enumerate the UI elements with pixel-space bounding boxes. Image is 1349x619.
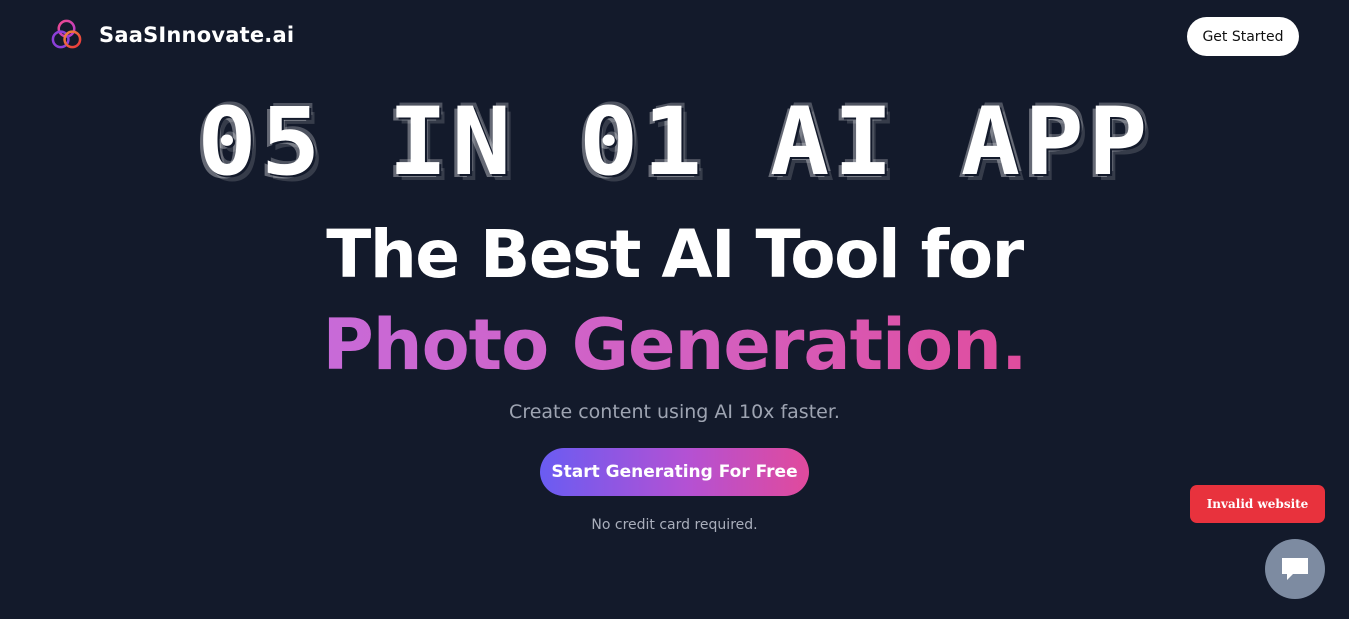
get-started-button[interactable]: Get Started	[1187, 17, 1299, 56]
start-generating-button[interactable]: Start Generating For Free	[540, 448, 809, 496]
chat-icon	[1282, 558, 1308, 580]
brand-name: SaaSInnovate.ai	[99, 22, 295, 47]
hero-subtitle: Create content using AI 10x faster.	[509, 401, 840, 423]
chat-launcher-button[interactable]	[1265, 539, 1325, 599]
brand-link[interactable]: SaaSInnovate.ai	[50, 18, 294, 51]
site-header: SaaSInnovate.ai Get Started	[0, 0, 1349, 80]
hero-title-line2-container: Photo Generation.	[0, 300, 1349, 390]
invalid-website-badge[interactable]: Invalid website	[1190, 485, 1325, 523]
hero-title-line2: Photo Generation.	[322, 304, 1027, 386]
grunge-headline: 05 IN 01 AI APP	[197, 87, 1152, 197]
hero-title-line1: The Best AI Tool for	[326, 216, 1024, 293]
no-credit-card-note: No credit card required.	[591, 517, 758, 533]
grunge-headline-container: 05 IN 01 AI APP	[0, 87, 1349, 197]
brand-logo-icon	[51, 19, 82, 49]
